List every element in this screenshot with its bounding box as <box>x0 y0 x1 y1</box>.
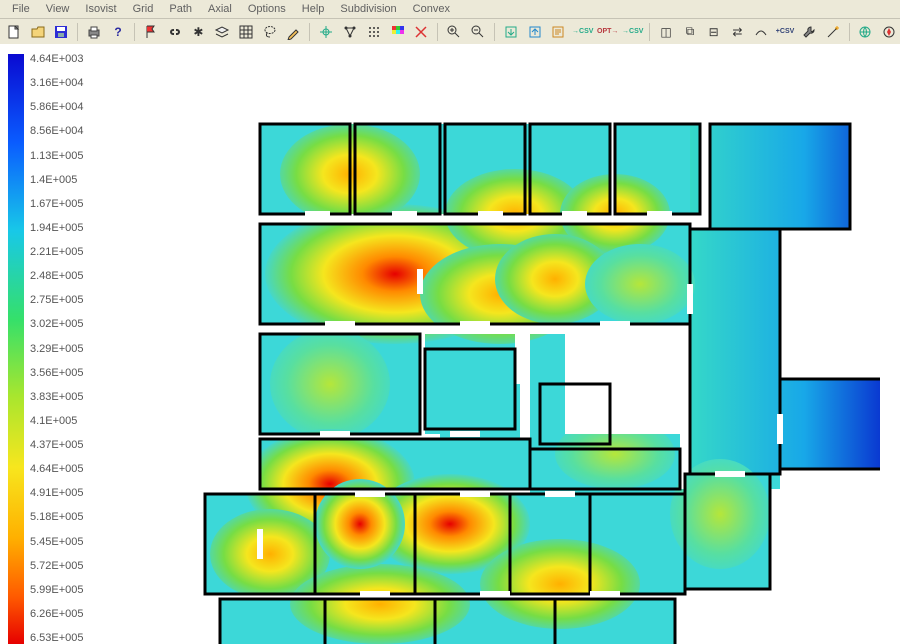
legend-value: 2.75E+005 <box>30 295 84 306</box>
legend-value: 4.91E+005 <box>30 488 84 499</box>
export-csv-icon[interactable]: →CSV <box>571 20 594 43</box>
export-csv2-icon[interactable]: →CSV <box>621 20 644 43</box>
import-opt-icon[interactable]: OPT→ <box>596 20 619 43</box>
legend-value: 5.45E+005 <box>30 537 84 548</box>
legend-value: 4.64E+005 <box>30 464 84 475</box>
menu-subdivision[interactable]: Subdivision <box>332 2 404 16</box>
pencil-icon[interactable] <box>283 20 305 43</box>
menu-isovist[interactable]: Isovist <box>77 2 124 16</box>
grid-icon[interactable] <box>235 20 257 43</box>
legend-value: 3.16E+004 <box>30 78 84 89</box>
legend-value: 8.56E+004 <box>30 126 84 137</box>
colorgrid-icon[interactable] <box>387 20 409 43</box>
save-icon[interactable] <box>51 20 73 43</box>
print-icon[interactable] <box>83 20 105 43</box>
dots-icon[interactable] <box>363 20 385 43</box>
legend-value: 4.37E+005 <box>30 440 84 451</box>
menu-help[interactable]: Help <box>294 2 333 16</box>
color-legend: 4.64E+003 3.16E+004 5.86E+004 8.56E+004 1.13… <box>8 54 84 644</box>
legend-value: 5.72E+005 <box>30 561 84 572</box>
legend-labels: 4.64E+003 3.16E+004 5.86E+004 8.56E+004 1.13… <box>24 54 84 644</box>
legend-colorbar <box>8 54 24 644</box>
legend-value: 1.13E+005 <box>30 151 84 162</box>
legend-value: 3.56E+005 <box>30 368 84 379</box>
legend-value: 5.18E+005 <box>30 512 84 523</box>
menu-axial[interactable]: Axial <box>200 2 240 16</box>
layer-icon[interactable] <box>211 20 233 43</box>
export-b-icon[interactable] <box>524 20 546 43</box>
menu-convex[interactable]: Convex <box>405 2 458 16</box>
menu-file[interactable]: File <box>4 2 38 16</box>
menu-bar: File View Isovist Grid Path Axial Option… <box>0 0 900 19</box>
layer-merge-icon[interactable]: ⊟ <box>703 20 725 43</box>
legend-value: 4.1E+005 <box>30 416 84 427</box>
legend-value: 3.29E+005 <box>30 344 84 355</box>
menu-path[interactable]: Path <box>161 2 200 16</box>
help-icon[interactable]: ? <box>107 20 129 43</box>
wand-icon[interactable] <box>822 20 844 43</box>
layer-action2-icon[interactable]: ⧉ <box>679 20 701 43</box>
menu-grid[interactable]: Grid <box>125 2 162 16</box>
legend-value: 4.64E+003 <box>30 54 84 65</box>
crosshair-analysis-icon[interactable] <box>315 20 337 43</box>
export-c-icon[interactable] <box>547 20 569 43</box>
heatmap-canvas[interactable] <box>160 84 880 644</box>
legend-value: 1.4E+005 <box>30 175 84 186</box>
legend-value: 5.86E+004 <box>30 102 84 113</box>
bolt-csv-icon[interactable]: +CSV <box>774 20 796 43</box>
zoom-out-icon[interactable] <box>467 20 489 43</box>
compass-icon[interactable] <box>878 20 900 43</box>
flag-icon[interactable] <box>140 20 162 43</box>
export-a-icon[interactable] <box>500 20 522 43</box>
legend-value: 5.99E+005 <box>30 585 84 596</box>
layer-action1-icon[interactable]: ◫ <box>655 20 677 43</box>
new-file-icon[interactable] <box>3 20 25 43</box>
chain-icon[interactable] <box>164 20 186 43</box>
diagonal-cross-icon[interactable] <box>411 20 433 43</box>
menu-options[interactable]: Options <box>240 2 294 16</box>
legend-value: 1.94E+005 <box>30 223 84 234</box>
legend-value: 1.67E+005 <box>30 199 84 210</box>
nodes-icon[interactable] <box>339 20 361 43</box>
legend-value: 3.83E+005 <box>30 392 84 403</box>
pipe-icon[interactable] <box>750 20 772 43</box>
open-icon[interactable] <box>27 20 49 43</box>
content-area: 4.64E+003 3.16E+004 5.86E+004 8.56E+004 1.13… <box>0 44 900 644</box>
toolbar: ? ✱ →CSV OPT→ →CSV ◫ ⧉ ⊟ ⇄ +CSV <box>0 19 900 45</box>
wrench-icon[interactable] <box>798 20 820 43</box>
layer-shift-icon[interactable]: ⇄ <box>727 20 749 43</box>
mesh-icon[interactable]: ✱ <box>187 20 209 43</box>
legend-value: 2.48E+005 <box>30 271 84 282</box>
menu-view[interactable]: View <box>38 2 78 16</box>
globe-icon[interactable] <box>854 20 876 43</box>
legend-value: 3.02E+005 <box>30 319 84 330</box>
legend-value: 6.53E+005 <box>30 633 84 644</box>
zoom-in-icon[interactable] <box>443 20 465 43</box>
app-window: File View Isovist Grid Path Axial Option… <box>0 0 900 644</box>
legend-value: 2.21E+005 <box>30 247 84 258</box>
legend-value: 6.26E+005 <box>30 609 84 620</box>
lasso-icon[interactable] <box>259 20 281 43</box>
